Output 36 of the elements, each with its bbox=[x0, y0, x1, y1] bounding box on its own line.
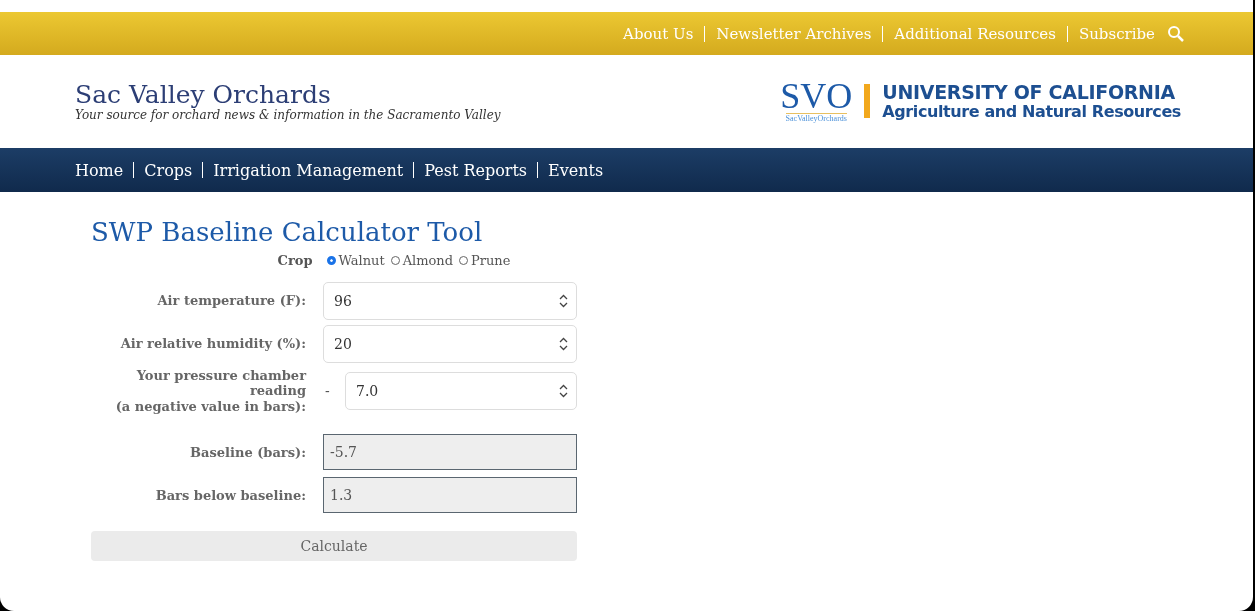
site-title[interactable]: Sac Valley Orchards bbox=[75, 80, 501, 109]
calculate-button[interactable]: Calculate bbox=[91, 531, 577, 562]
logo-caption: SacValleyOrchards bbox=[785, 112, 847, 123]
stepper-icon bbox=[559, 293, 568, 308]
field-label: Crop bbox=[277, 252, 313, 268]
organization-subtitle: Agriculture and Natural Resources bbox=[882, 102, 1181, 122]
nav-link[interactable]: Pest Reports bbox=[424, 160, 528, 180]
radio-button[interactable] bbox=[326, 255, 336, 265]
radio-option[interactable]: Walnut bbox=[326, 252, 385, 268]
field-label: Baseline (bars): bbox=[189, 444, 307, 461]
number-field[interactable]: 96 bbox=[323, 281, 577, 320]
organization-name: UNIVERSITY OF CALIFORNIA bbox=[882, 81, 1176, 103]
stepper-icon bbox=[559, 384, 568, 398]
field-label: Bars below baseline: bbox=[154, 487, 307, 504]
radio-option[interactable]: Almond bbox=[390, 252, 454, 268]
output-field: -5.7 bbox=[323, 434, 577, 471]
nav-link[interactable]: Events bbox=[548, 160, 604, 180]
number-field[interactable]: 20 bbox=[323, 324, 577, 363]
tool-title: SWP Baseline Calculator Tool bbox=[91, 218, 484, 247]
radio-label: Almond bbox=[402, 252, 454, 268]
nav-link[interactable]: Home bbox=[75, 160, 124, 180]
site-tagline: Your source for orchard news & information in the Sacramento Valley bbox=[75, 108, 501, 123]
number-field[interactable]: 7.0 bbox=[345, 372, 577, 410]
output-field: 1.3 bbox=[323, 477, 577, 514]
logo-mark: SVO bbox=[780, 80, 853, 113]
radio-option[interactable]: Prune bbox=[459, 252, 511, 268]
nav-link[interactable]: Irrigation Management bbox=[213, 160, 404, 180]
minus-sign: - bbox=[324, 383, 331, 399]
field-label: Your pressure chamber reading (a negative value in bars): bbox=[114, 367, 308, 415]
stepper-icon bbox=[559, 336, 568, 351]
field-label: Air temperature (F): bbox=[156, 292, 307, 309]
radio-label: Prune bbox=[471, 252, 511, 268]
nav-link[interactable]: Crops bbox=[144, 160, 193, 180]
search-icon[interactable] bbox=[1167, 24, 1185, 43]
field-label: Air relative humidity (%): bbox=[119, 335, 307, 352]
radio-label: Walnut bbox=[338, 252, 385, 268]
